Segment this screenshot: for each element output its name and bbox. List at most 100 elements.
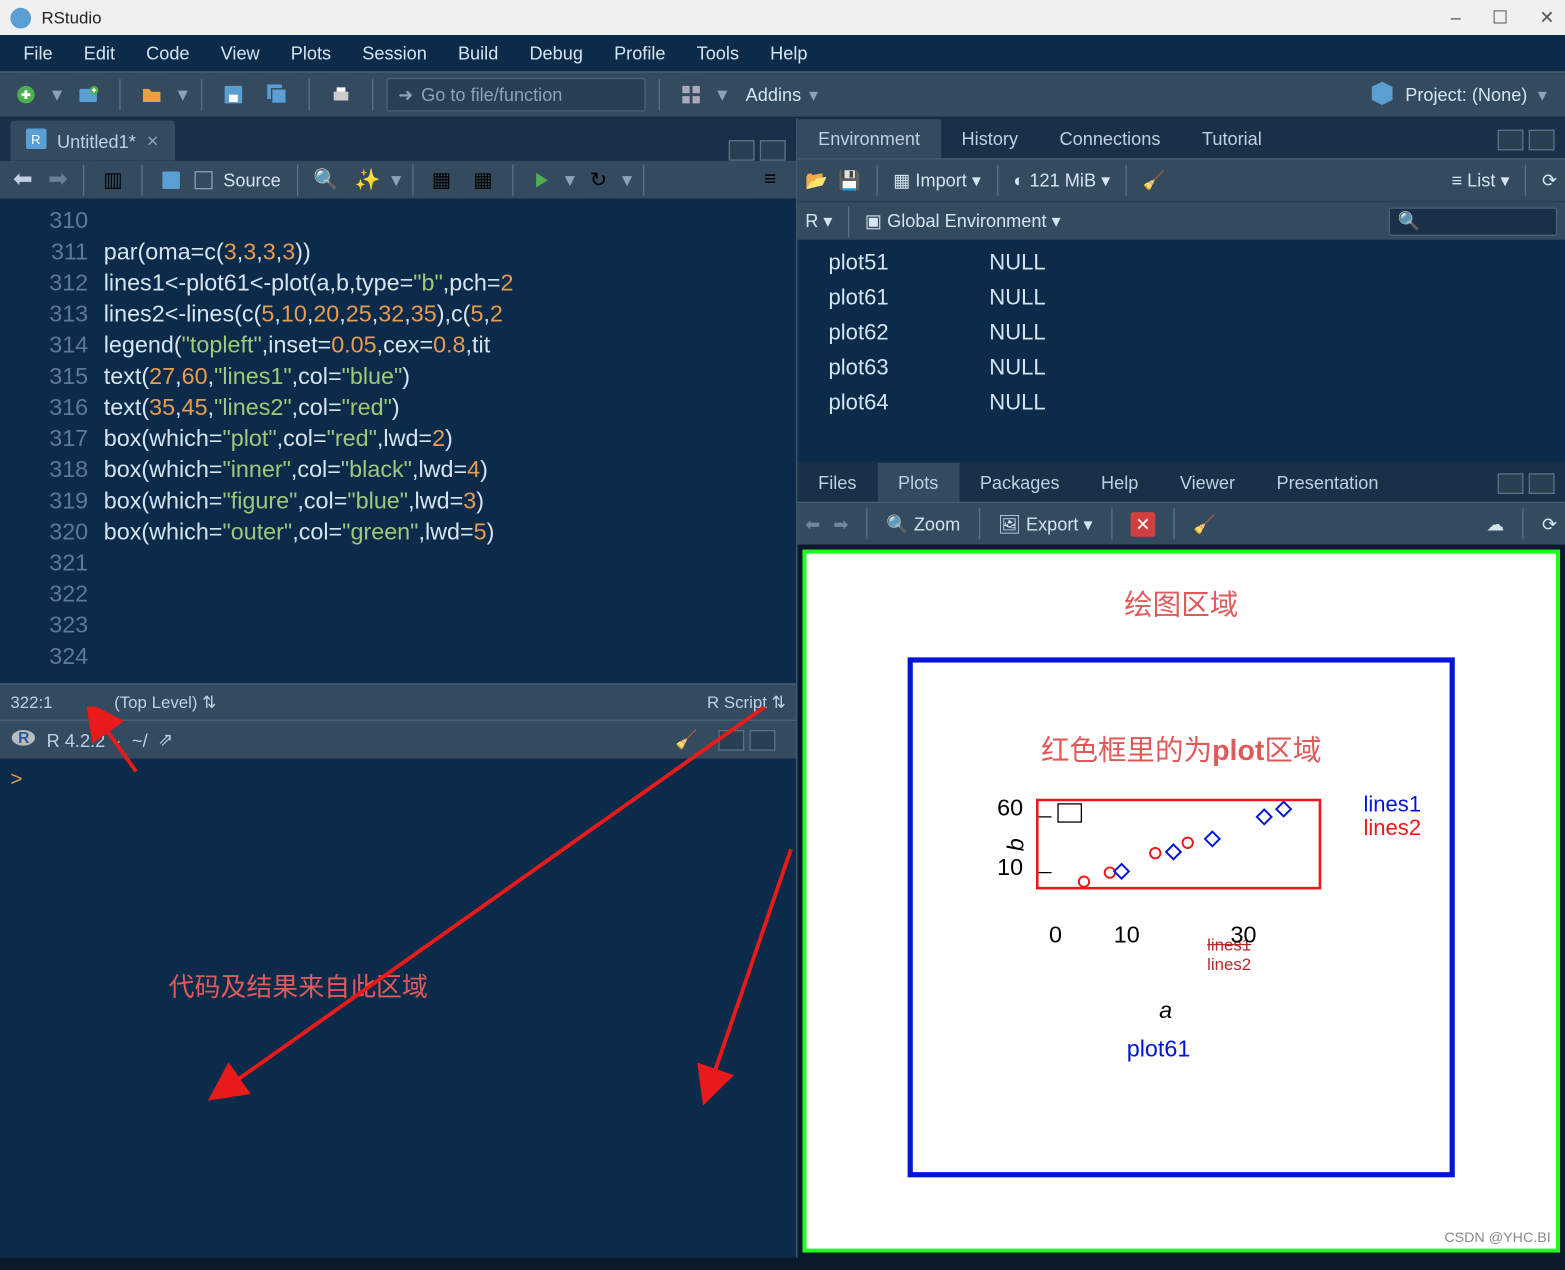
plot-next-button[interactable]: ➡	[833, 513, 848, 535]
env-variable-row[interactable]: plot61NULL	[808, 280, 1555, 315]
tab-environment[interactable]: Environment	[797, 119, 940, 158]
refresh-env-button[interactable]: ⟳	[1542, 169, 1557, 191]
source-on-save-checkbox[interactable]	[195, 171, 213, 189]
new-project-button[interactable]	[70, 78, 106, 112]
plots-maximize-button[interactable]	[1529, 473, 1555, 494]
minimize-pane-button[interactable]	[729, 140, 755, 161]
menu-code[interactable]: Code	[131, 38, 206, 69]
memory-indicator[interactable]: ◐ 121 MiB ▾	[1013, 169, 1110, 191]
new-file-button[interactable]	[8, 78, 44, 112]
source-status-bar: 322:1 (Top Level) ⇅ R Script ⇅	[0, 683, 796, 719]
save-all-button[interactable]	[259, 78, 295, 112]
title-bar: RStudio – ☐ ✕	[0, 0, 1565, 35]
console-minimize-button[interactable]	[718, 729, 744, 750]
tab-history[interactable]: History	[941, 119, 1039, 158]
plot-prev-button[interactable]: ⬅	[805, 513, 820, 535]
plot-viewport: 绘图区域 红色框里的为plot区域 b 60 10	[803, 550, 1560, 1253]
source-tab[interactable]: R Untitled1* ✕	[10, 121, 174, 161]
load-workspace-icon[interactable]: 📂	[805, 169, 828, 191]
console-maximize-button[interactable]	[749, 729, 775, 750]
env-minimize-button[interactable]	[1498, 130, 1524, 151]
y-axis-label: b	[1003, 838, 1030, 851]
share-icon[interactable]: ⇗	[158, 729, 173, 751]
addins-dropdown[interactable]: Addins▾	[735, 84, 828, 106]
menu-profile[interactable]: Profile	[599, 38, 682, 69]
watermark: CSDN @YHC.BI	[1444, 1230, 1550, 1246]
menu-session[interactable]: Session	[347, 38, 443, 69]
menu-file[interactable]: File	[8, 38, 68, 69]
source-tab-title: Untitled1*	[57, 130, 136, 151]
import-button[interactable]: ▦ Import ▾	[893, 169, 981, 191]
menu-build[interactable]: Build	[442, 38, 513, 69]
tab-connections[interactable]: Connections	[1039, 119, 1181, 158]
remove-plot-button[interactable]: ✕	[1130, 512, 1156, 537]
window-close-button[interactable]: ✕	[1539, 6, 1554, 28]
save-source-button[interactable]	[153, 163, 189, 197]
env-maximize-button[interactable]	[1529, 130, 1555, 151]
plots-minimize-button[interactable]	[1498, 473, 1524, 494]
refresh-plot-button[interactable]: ⟳	[1542, 513, 1557, 535]
env-variable-row[interactable]: plot63NULL	[808, 350, 1555, 385]
close-tab-button[interactable]: ✕	[146, 132, 159, 150]
menu-debug[interactable]: Debug	[514, 38, 599, 69]
maximize-pane-button[interactable]	[760, 140, 786, 161]
rstudio-logo-icon	[10, 7, 31, 28]
console-annotation: 代码及结果来自此区域	[169, 966, 428, 1004]
wand-button[interactable]: ✨	[349, 163, 385, 197]
save-workspace-icon[interactable]: 💾	[838, 169, 861, 191]
clear-plots-icon[interactable]: 🧹	[1193, 513, 1216, 535]
console-prompt: >	[10, 769, 22, 791]
goto-placeholder: Go to file/function	[421, 84, 562, 105]
lines1-annotation: lines1	[1363, 792, 1421, 818]
export-button[interactable]: 🖼 Export ▾	[998, 513, 1093, 535]
menu-tools[interactable]: Tools	[681, 38, 755, 69]
menu-edit[interactable]: Edit	[68, 38, 130, 69]
compile-report-button[interactable]: ▦	[423, 163, 459, 197]
tab-packages[interactable]: Packages	[959, 463, 1080, 502]
env-variable-row[interactable]: plot51NULL	[808, 245, 1555, 280]
goto-file-input[interactable]: ➜Go to file/function	[386, 78, 645, 112]
env-scope-dropdown[interactable]: ▣ Global Environment ▾	[865, 210, 1061, 232]
env-variable-row[interactable]: plot64NULL	[808, 385, 1555, 420]
outline-button[interactable]: ≡	[752, 163, 788, 197]
tab-files[interactable]: Files	[797, 463, 877, 502]
tab-tutorial[interactable]: Tutorial	[1181, 119, 1282, 158]
menu-help[interactable]: Help	[755, 38, 823, 69]
broom-icon[interactable]: 🧹	[675, 729, 698, 751]
console-pane[interactable]: > 代码及结果来自此区域	[0, 759, 796, 1258]
window-maximize-button[interactable]: ☐	[1492, 6, 1508, 28]
list-view-dropdown[interactable]: ≡ List ▾	[1452, 169, 1510, 191]
run-button[interactable]	[523, 163, 559, 197]
open-file-button[interactable]	[134, 78, 170, 112]
tab-plots[interactable]: Plots	[877, 463, 959, 502]
svg-text:R: R	[31, 132, 40, 147]
publish-icon[interactable]: ☁	[1486, 513, 1504, 535]
grid-view-button[interactable]	[673, 78, 709, 112]
nav-forward-button[interactable]: ➡	[43, 166, 73, 193]
print-button[interactable]	[323, 78, 359, 112]
show-in-new-window-button[interactable]: ▥	[95, 163, 131, 197]
r-lang-selector[interactable]: R ▾	[805, 210, 832, 232]
tab-viewer[interactable]: Viewer	[1159, 463, 1256, 502]
scope-dropdown[interactable]: (Top Level) ⇅	[114, 692, 707, 713]
lang-dropdown[interactable]: R Script ⇅	[707, 692, 786, 713]
clear-env-icon[interactable]: 🧹	[1143, 169, 1166, 191]
code-editor[interactable]: 3103113123133143153163173183193203213223…	[0, 200, 796, 684]
notebook-button[interactable]: ▦	[465, 163, 501, 197]
tab-help[interactable]: Help	[1080, 463, 1159, 502]
find-button[interactable]: 🔍	[308, 163, 344, 197]
env-toolbar: 📂 💾 ▦ Import ▾ ◐ 121 MiB ▾ 🧹 ≡ List ▾ ⟳	[797, 159, 1565, 200]
cursor-position: 322:1	[10, 692, 114, 711]
tab-presentation[interactable]: Presentation	[1256, 463, 1399, 502]
save-button[interactable]	[215, 78, 251, 112]
nav-back-button[interactable]: ⬅	[8, 166, 38, 193]
project-selector[interactable]: Project: (None)	[1405, 84, 1527, 105]
env-variable-row[interactable]: plot62NULL	[808, 315, 1555, 350]
console-path: ~/	[132, 729, 148, 750]
menu-view[interactable]: View	[205, 38, 275, 69]
env-search-input[interactable]: 🔍	[1389, 207, 1558, 236]
menu-plots[interactable]: Plots	[275, 38, 346, 69]
window-minimize-button[interactable]: –	[1451, 6, 1461, 28]
rerun-button[interactable]: ↻	[580, 163, 616, 197]
zoom-button[interactable]: 🔍 Zoom	[886, 513, 960, 535]
